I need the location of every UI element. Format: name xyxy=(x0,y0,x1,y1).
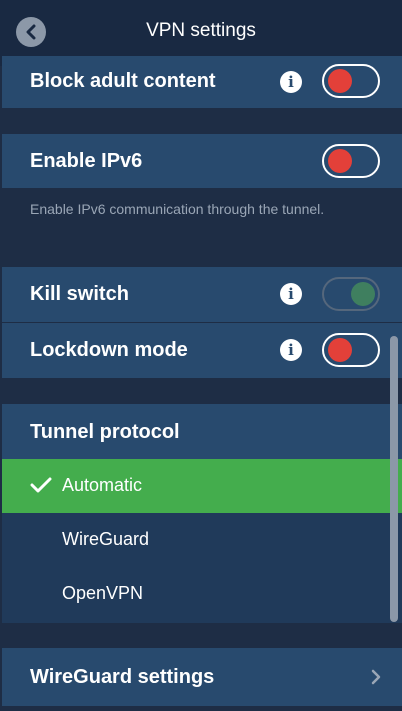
kill-switch-row: Kill switch i xyxy=(2,267,402,322)
check-icon xyxy=(30,477,52,493)
scrollbar[interactable] xyxy=(390,336,398,622)
protocol-option-label: OpenVPN xyxy=(62,583,144,603)
chevron-right-icon xyxy=(371,669,381,685)
protocol-option-openvpn[interactable]: OpenVPN xyxy=(2,567,402,623)
protocol-option-automatic[interactable]: Automatic xyxy=(2,459,402,513)
wireguard-settings-row[interactable]: WireGuard settings xyxy=(2,648,402,706)
enable-ipv6-footer: Enable IPv6 communication through the tu… xyxy=(30,201,325,217)
info-icon[interactable]: i xyxy=(280,283,302,305)
tunnel-protocol-header[interactable]: Tunnel protocol xyxy=(2,404,402,460)
lockdown-mode-toggle[interactable] xyxy=(322,333,380,367)
kill-switch-toggle xyxy=(322,277,380,311)
block-adult-content-toggle[interactable] xyxy=(322,64,380,98)
block-adult-content-row: Block adult content i xyxy=(2,56,402,108)
enable-ipv6-label: Enable IPv6 xyxy=(30,150,143,172)
lockdown-mode-row: Lockdown mode i xyxy=(2,323,402,378)
protocol-option-label: Automatic xyxy=(62,475,143,495)
lockdown-mode-label: Lockdown mode xyxy=(30,339,188,361)
info-icon[interactable]: i xyxy=(280,71,302,93)
protocol-option-wireguard[interactable]: WireGuard xyxy=(2,513,402,567)
toggle-knob xyxy=(351,282,375,306)
toggle-knob xyxy=(328,69,352,93)
vpn-settings-window: VPN settings Block adult content i Enabl… xyxy=(0,0,402,711)
toggle-knob xyxy=(328,338,352,362)
kill-switch-label: Kill switch xyxy=(30,283,129,305)
info-icon[interactable]: i xyxy=(280,339,302,361)
page-title: VPN settings xyxy=(146,20,256,41)
enable-ipv6-toggle[interactable] xyxy=(322,144,380,178)
protocol-option-label: WireGuard xyxy=(62,529,150,549)
enable-ipv6-row: Enable IPv6 xyxy=(2,134,402,188)
tunnel-protocol-label: Tunnel protocol xyxy=(30,421,180,443)
block-adult-content-label: Block adult content xyxy=(30,70,216,92)
toggle-knob xyxy=(328,149,352,173)
wireguard-settings-label: WireGuard settings xyxy=(30,666,215,688)
